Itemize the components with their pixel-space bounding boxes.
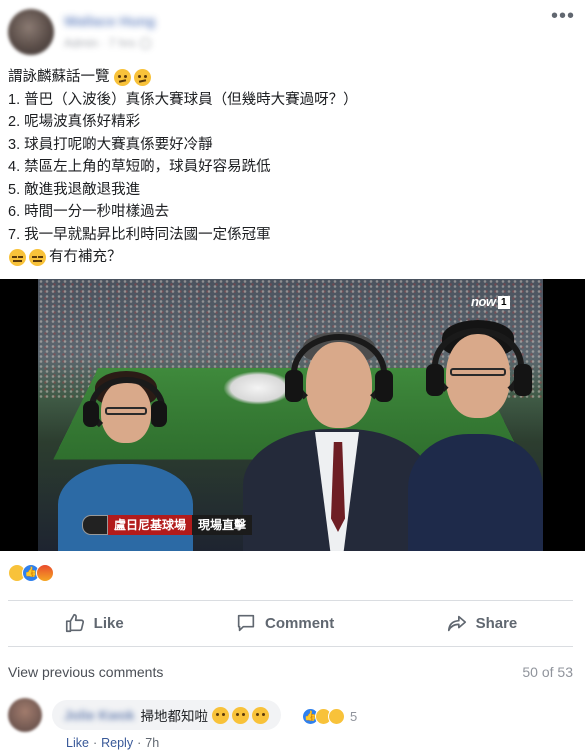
post-line-text: 有冇補充？ [49, 249, 122, 265]
wow-reaction-icon [328, 708, 345, 725]
angry-reaction-icon [36, 564, 54, 582]
comment-text: 掃地都知啦 [141, 705, 270, 725]
laughing-face-icon [212, 706, 230, 724]
photo-frame: now 1 盧日尼基球場 現場直擊 [38, 279, 543, 551]
post-line-text: 7. 我一早就點昇比利時同法國一定係冠軍 [8, 226, 271, 243]
post-line: 1. 普巴（入波後）真係大賽球員（但幾時大賽過呀？） [8, 89, 578, 112]
globe-icon [140, 37, 152, 49]
divider [8, 600, 573, 601]
comments-bar: View previous comments 50 of 53 [8, 662, 573, 682]
caption-location: 盧日尼基球場 [108, 515, 193, 535]
comment-icon [237, 614, 255, 632]
share-arrow-icon [447, 615, 466, 632]
post-header: Wallace Hung Admin · 7 hrs ••• [0, 0, 585, 62]
post-meta-text: Admin · 7 hrs [64, 36, 136, 50]
comment-author[interactable]: Jolie Kwok [64, 708, 135, 723]
author-avatar[interactable] [8, 9, 54, 55]
post-photo[interactable]: now 1 盧日尼基球場 現場直擊 [0, 279, 585, 551]
divider [8, 646, 573, 647]
post-line-text: 5. 敵進我退敵退我進 [8, 181, 141, 198]
post-question-line: 有冇補充？ [8, 246, 578, 269]
comment-label: Comment [265, 614, 335, 632]
reaction-summary[interactable]: 👍 [8, 564, 54, 582]
post-line-text: 1. 普巴（入波後）真係大賽球員（但幾時大賽過呀？） [8, 91, 358, 108]
view-previous-comments-link[interactable]: View previous comments [8, 664, 163, 680]
like-label: Like [93, 614, 124, 632]
expressionless-face-icon [29, 248, 46, 266]
more-options-icon[interactable]: ••• [551, 6, 575, 26]
comment: Jolie Kwok 掃地都知啦 👍 5 Like · Reply · 7h [8, 698, 573, 750]
caption-live: 現場直擊 [192, 515, 253, 535]
post-line: 7. 我一早就點昇比利時同法國一定係冠軍 [8, 224, 578, 247]
comment-bubble: Jolie Kwok 掃地都知啦 [52, 700, 282, 730]
commenter-avatar[interactable] [8, 698, 42, 732]
thumbs-up-icon [65, 613, 84, 633]
comment-button[interactable]: Comment [235, 612, 334, 634]
confused-face-icon [113, 68, 131, 86]
post-title-line: 謂詠麟蘇話一覽 [8, 66, 578, 89]
comment-actions: Like · Reply · 7h [66, 736, 160, 750]
like-button[interactable]: Like [64, 612, 124, 634]
share-button[interactable]: Share [446, 612, 518, 634]
post-line: 2. 呢場波真係好精彩 [8, 111, 578, 134]
comment-count: 50 of 53 [522, 664, 573, 680]
post-body: 謂詠麟蘇話一覽 1. 普巴（入波後）真係大賽球員（但幾時大賽過呀？） 2. 呢場… [8, 66, 578, 269]
commentator-middle [243, 324, 433, 551]
share-label: Share [475, 614, 518, 632]
comment-text-content: 掃地都知啦 [140, 709, 209, 724]
laughing-face-icon [232, 706, 250, 724]
post-line-text: 3. 球員打呢啲大賽真係要好冷靜 [8, 136, 213, 153]
post-line-text: 6. 時間一分一秒咁樣過去 [8, 204, 170, 220]
comment-reactions[interactable]: 👍 5 [302, 708, 357, 725]
expressionless-face-icon [9, 248, 26, 266]
post-meta: Admin · 7 hrs [64, 36, 152, 50]
broadcaster-badge: 1 [497, 296, 510, 309]
caption-badge-icon [82, 515, 108, 535]
post-line-text: 2. 呢場波真係好精彩 [8, 114, 141, 130]
post-line-text: 謂詠麟蘇話一覽 [8, 69, 110, 85]
post-line-text: 4. 禁區左上角的草短啲，球員好容易跣低 [8, 159, 271, 175]
comment-like-link[interactable]: Like [66, 736, 89, 750]
author-name[interactable]: Wallace Hung [64, 13, 155, 29]
post-line: 4. 禁區左上角的草短啲，球員好容易跣低 [8, 156, 578, 179]
confused-face-icon [133, 68, 151, 86]
comment-reaction-count: 5 [350, 709, 358, 724]
comment-reply-link[interactable]: Reply [101, 736, 133, 750]
broadcaster-name: now [471, 294, 496, 309]
broadcaster-logo: now 1 [471, 294, 515, 310]
post-line: 3. 球員打呢啲大賽真係要好冷靜 [8, 134, 578, 157]
post-line: 6. 時間一分一秒咁樣過去 [8, 201, 578, 224]
post-actions: Like Comment Share [8, 602, 573, 644]
caption-banner: 盧日尼基球場 現場直擊 [82, 515, 253, 535]
laughing-face-icon [252, 706, 270, 724]
comment-time: 7h [145, 736, 160, 750]
post-line: 5. 敵進我退敵退我進 [8, 179, 578, 202]
commentator-right [408, 314, 543, 551]
